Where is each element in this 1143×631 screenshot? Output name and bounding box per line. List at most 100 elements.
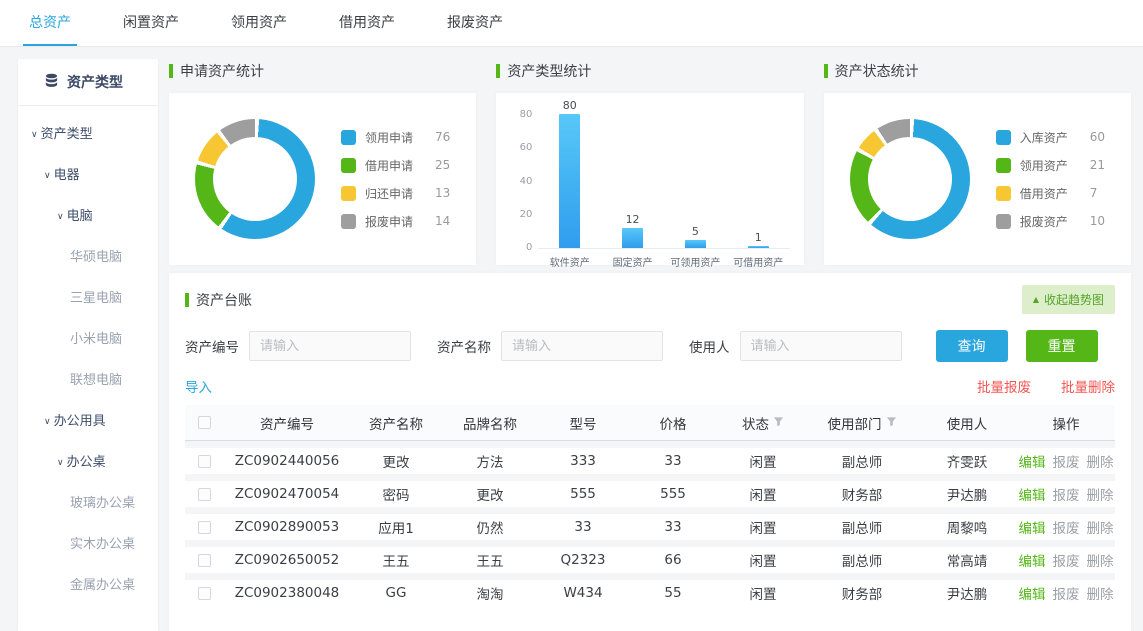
- edit-link[interactable]: 编辑: [1019, 451, 1046, 471]
- legend-item[interactable]: 领用资产21: [996, 157, 1105, 174]
- legend-value: 25: [435, 158, 450, 172]
- delete-link[interactable]: 删除: [1087, 484, 1114, 504]
- tab-0[interactable]: 总资产: [23, 0, 77, 46]
- scrap-link[interactable]: 报废: [1053, 451, 1080, 471]
- tree-item-3[interactable]: 华硕电脑: [18, 235, 158, 276]
- scrap-link[interactable]: 报废: [1053, 517, 1080, 537]
- tree-item-label: 华硕电脑: [70, 250, 122, 265]
- cell-asset-id: ZC0902470054: [223, 486, 351, 502]
- legend-label: 入库资产: [1020, 129, 1078, 146]
- cell-status: 闲置: [719, 484, 807, 504]
- scrap-link[interactable]: 报废: [1053, 583, 1080, 603]
- cell-department: 财务部: [807, 484, 917, 504]
- edit-link[interactable]: 编辑: [1019, 550, 1046, 570]
- cell-brand: 更改: [441, 484, 539, 504]
- tab-1[interactable]: 闲置资产: [117, 0, 185, 46]
- bar[interactable]: [622, 228, 643, 248]
- bar[interactable]: [748, 246, 769, 248]
- main: 申请资产统计 领用申请76借用申请25归还申请13报废申请14 资产类型统计: [169, 59, 1131, 631]
- tree-item-2[interactable]: ∨电脑: [18, 194, 158, 235]
- caret-up-icon: ▲: [1033, 295, 1039, 304]
- edit-link[interactable]: 编辑: [1019, 484, 1046, 504]
- delete-link[interactable]: 删除: [1087, 583, 1114, 603]
- legend-label: 借用资产: [1020, 185, 1078, 202]
- row-checkbox[interactable]: [198, 455, 211, 468]
- filter-funnel-icon[interactable]: [886, 415, 897, 431]
- filter-input-1[interactable]: [501, 331, 663, 361]
- row-checkbox-cell: [185, 455, 223, 468]
- legend-value: 76: [435, 130, 450, 144]
- row-checkbox[interactable]: [198, 587, 211, 600]
- cell-status: 闲置: [719, 517, 807, 537]
- bar[interactable]: [559, 114, 580, 248]
- tree-item-5[interactable]: 小米电脑: [18, 317, 158, 358]
- collapse-trend-button[interactable]: ▲ 收起趋势图: [1022, 285, 1115, 314]
- cell-price: 55: [627, 585, 719, 601]
- tree-item-8[interactable]: ∨办公桌: [18, 440, 158, 481]
- legend-item[interactable]: 借用申请25: [341, 157, 450, 174]
- tree-item-label: 小米电脑: [70, 332, 122, 347]
- tab-2[interactable]: 领用资产: [225, 0, 293, 46]
- chart-legend: 领用申请76 借用申请25 归还申请13 报废申请14: [341, 129, 450, 230]
- tree-item-6[interactable]: 联想电脑: [18, 358, 158, 399]
- tree-item-0[interactable]: ∨资产类型: [18, 112, 158, 153]
- legend-item[interactable]: 领用申请76: [341, 129, 450, 146]
- tree-item-7[interactable]: ∨办公用具: [18, 399, 158, 440]
- tree-item-1[interactable]: ∨电器: [18, 153, 158, 194]
- cell-status: 闲置: [719, 451, 807, 471]
- legend-item[interactable]: 归还申请13: [341, 185, 450, 202]
- import-link[interactable]: 导入: [185, 376, 212, 396]
- legend-label: 报废资产: [1020, 213, 1078, 230]
- edit-link[interactable]: 编辑: [1019, 583, 1046, 603]
- x-tick-label: 可领用资产: [664, 254, 727, 269]
- bar[interactable]: [685, 240, 706, 248]
- select-all-checkbox[interactable]: [198, 416, 211, 429]
- filter-input-0[interactable]: [249, 331, 411, 361]
- delete-link[interactable]: 删除: [1087, 517, 1114, 537]
- tab-4[interactable]: 报废资产: [441, 0, 509, 46]
- legend-item[interactable]: 入库资产60: [996, 129, 1105, 146]
- bar-column: 80: [538, 100, 601, 248]
- links-row: 导入 批量报废 批量删除: [185, 376, 1115, 396]
- chart-title: 资产状态统计: [835, 61, 919, 81]
- bar-value-label: 5: [692, 226, 699, 238]
- cell-asset-id: ZC0902890053: [223, 519, 351, 535]
- row-actions: 编辑报废删除: [1017, 550, 1115, 570]
- row-checkbox-cell: [185, 554, 223, 567]
- chart-asset-status-stats: 资产状态统计 入库资产60 领用资产21 借用资产7 报废资产10: [824, 59, 1131, 265]
- cell-department: 财务部: [807, 583, 917, 603]
- row-checkbox[interactable]: [198, 488, 211, 501]
- edit-link[interactable]: 编辑: [1019, 517, 1046, 537]
- delete-link[interactable]: 删除: [1087, 451, 1114, 471]
- cell-brand: 仍然: [441, 517, 539, 537]
- row-checkbox[interactable]: [198, 521, 211, 534]
- legend-item[interactable]: 借用资产7: [996, 185, 1105, 202]
- legend-swatch: [996, 186, 1011, 201]
- tree-item-11[interactable]: 金属办公桌: [18, 563, 158, 604]
- column-header: 使用人: [917, 413, 1017, 433]
- tree-item-label: 三星电脑: [70, 291, 122, 306]
- cell-brand: 方法: [441, 451, 539, 471]
- delete-link[interactable]: 删除: [1087, 550, 1114, 570]
- batch-scrap-link[interactable]: 批量报废: [977, 376, 1031, 396]
- tree-item-9[interactable]: 玻璃办公桌: [18, 481, 158, 522]
- row-checkbox[interactable]: [198, 554, 211, 567]
- scrap-link[interactable]: 报废: [1053, 484, 1080, 504]
- filter-label: 资产名称: [437, 336, 491, 356]
- query-button[interactable]: 查询: [936, 330, 1008, 362]
- reset-button[interactable]: 重置: [1026, 330, 1098, 362]
- legend-item[interactable]: 报废资产10: [996, 213, 1105, 230]
- batch-delete-link[interactable]: 批量删除: [1061, 376, 1115, 396]
- cell-user: 常高靖: [917, 550, 1017, 570]
- table-row: ZC0902440056更改方法33333闲置副总师齐雯跃编辑报废删除: [185, 441, 1115, 474]
- legend-item[interactable]: 报废申请14: [341, 213, 450, 230]
- scrap-link[interactable]: 报废: [1053, 550, 1080, 570]
- filter-input-2[interactable]: [740, 331, 902, 361]
- tree-item-label: 电脑: [67, 209, 93, 224]
- filter-funnel-icon[interactable]: [773, 415, 784, 431]
- tab-3[interactable]: 借用资产: [333, 0, 401, 46]
- cell-department: 副总师: [807, 550, 917, 570]
- cell-price: 33: [627, 519, 719, 535]
- tree-item-10[interactable]: 实木办公桌: [18, 522, 158, 563]
- tree-item-4[interactable]: 三星电脑: [18, 276, 158, 317]
